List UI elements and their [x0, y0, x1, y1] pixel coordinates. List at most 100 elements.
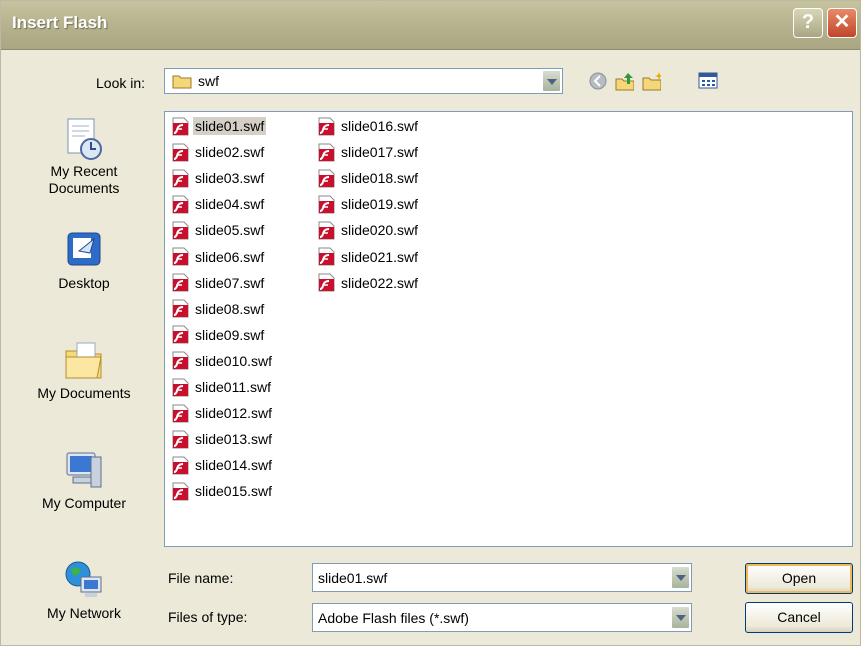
file-name: slide018.swf	[341, 170, 419, 187]
place-my-recent-documents[interactable]: My Recent Documents	[14, 117, 154, 197]
file-item[interactable]: slide021.swf	[316, 246, 420, 268]
file-item[interactable]: slide018.swf	[316, 167, 420, 189]
flash-file-icon	[172, 169, 189, 188]
file-name-label: File name:	[168, 570, 234, 586]
help-button[interactable]: ?	[793, 8, 823, 38]
file-item[interactable]: slide05.swf	[170, 219, 266, 241]
file-item[interactable]: slide09.swf	[170, 324, 266, 346]
flash-file-icon	[318, 247, 335, 266]
place-desktop[interactable]: Desktop	[14, 229, 154, 292]
window-title: Insert Flash	[12, 13, 108, 32]
flash-file-icon	[172, 430, 189, 449]
file-item[interactable]: slide08.swf	[170, 298, 266, 320]
file-name: slide015.swf	[195, 483, 273, 500]
place-my-network[interactable]: My Network	[14, 559, 154, 622]
flash-file-icon	[172, 404, 189, 423]
flash-file-icon	[318, 221, 335, 240]
file-item[interactable]: slide04.swf	[170, 193, 266, 215]
flash-file-icon	[172, 221, 189, 240]
file-item[interactable]: slide03.swf	[170, 167, 266, 189]
my-computer-icon	[63, 449, 105, 491]
file-name: slide022.swf	[341, 274, 419, 291]
recent-documents-icon	[63, 117, 105, 160]
file-name: slide017.swf	[341, 144, 419, 161]
file-item[interactable]: slide02.swf	[170, 141, 266, 163]
file-list[interactable]: slide01.swf slide02.swf slide03.swf slide04…	[164, 111, 853, 547]
file-item[interactable]: slide010.swf	[170, 350, 274, 372]
file-name: slide04.swf	[195, 196, 265, 213]
flash-file-icon	[172, 117, 189, 135]
place-label: My Network	[47, 605, 121, 621]
file-item[interactable]: slide015.swf	[170, 480, 274, 502]
view-menu-icon[interactable]	[698, 71, 718, 91]
file-name: slide011.swf	[195, 379, 272, 395]
flash-file-icon	[172, 456, 189, 475]
file-item[interactable]: slide011.swf	[170, 376, 273, 398]
file-item[interactable]: slide016.swf	[316, 115, 420, 137]
files-of-type-label: Files of type:	[168, 609, 248, 625]
file-item[interactable]: slide012.swf	[170, 402, 274, 424]
file-item[interactable]: slide020.swf	[316, 219, 420, 241]
file-item[interactable]: slide06.swf	[170, 246, 266, 268]
file-name: slide05.swf	[195, 222, 265, 239]
file-name: slide012.swf	[195, 405, 273, 422]
file-name: slide019.swf	[341, 196, 419, 213]
place-label-line2: Documents	[48, 180, 120, 196]
file-name: slide021.swf	[341, 248, 419, 265]
open-button[interactable]: Open	[745, 563, 853, 594]
my-documents-icon	[63, 339, 105, 381]
look-in-value: swf	[198, 73, 219, 89]
flash-file-icon	[172, 195, 189, 214]
help-icon: ?	[801, 11, 815, 33]
place-label: My Documents	[37, 385, 131, 401]
files-of-type-value: Adobe Flash files (*.swf)	[318, 610, 469, 626]
file-name: slide016.swf	[341, 118, 419, 134]
desktop-icon	[63, 229, 105, 271]
file-name: slide08.swf	[195, 300, 265, 317]
new-folder-icon[interactable]	[641, 71, 661, 91]
flash-file-icon	[172, 378, 189, 396]
flash-file-icon	[172, 299, 189, 318]
file-name: slide02.swf	[195, 144, 265, 161]
file-name: slide09.swf	[195, 326, 265, 343]
file-item[interactable]: slide013.swf	[170, 428, 274, 450]
insert-flash-dialog: Insert Flash ? ✕ Look in: swf My Recent …	[0, 0, 861, 646]
file-name: slide07.swf	[195, 274, 265, 291]
file-item[interactable]: slide01.swf	[170, 115, 267, 137]
cancel-button[interactable]: Cancel	[745, 602, 853, 633]
files-of-type-combo[interactable]: Adobe Flash files (*.swf)	[312, 603, 692, 632]
up-folder-icon[interactable]	[614, 71, 634, 91]
file-name: slide01.swf	[193, 117, 267, 135]
file-name: slide014.swf	[195, 457, 273, 474]
place-label: My Computer	[41, 495, 127, 511]
flash-file-icon	[172, 247, 189, 266]
back-icon[interactable]	[588, 71, 608, 91]
title-bar: Insert Flash ? ✕	[1, 1, 860, 50]
file-name: slide020.swf	[341, 222, 419, 239]
flash-file-icon	[172, 143, 189, 162]
flash-file-icon	[318, 117, 335, 135]
file-name-combo[interactable]: slide01.swf	[312, 563, 692, 592]
folder-icon	[172, 75, 192, 89]
look-in-label: Look in:	[96, 75, 146, 91]
place-label: Desktop	[58, 275, 110, 291]
file-item[interactable]: slide014.swf	[170, 454, 274, 476]
flash-file-icon	[172, 482, 189, 501]
file-item[interactable]: slide022.swf	[316, 272, 420, 294]
file-item[interactable]: slide019.swf	[316, 193, 420, 215]
file-item[interactable]: slide017.swf	[316, 141, 420, 163]
files-of-type-dropdown-button[interactable]	[671, 606, 690, 629]
file-name: slide013.swf	[195, 431, 273, 448]
file-item[interactable]: slide07.swf	[170, 272, 266, 294]
flash-file-icon	[172, 325, 189, 344]
place-my-computer[interactable]: My Computer	[14, 449, 154, 512]
close-button[interactable]: ✕	[827, 8, 857, 38]
flash-file-icon	[318, 273, 335, 292]
file-name-dropdown-button[interactable]	[671, 566, 690, 589]
look-in-combo[interactable]: swf	[164, 68, 563, 94]
look-in-dropdown-button[interactable]	[542, 70, 561, 92]
flash-file-icon	[172, 273, 189, 292]
place-my-documents[interactable]: My Documents	[14, 339, 154, 402]
file-name: slide03.swf	[195, 170, 265, 187]
file-name-value: slide01.swf	[318, 570, 388, 586]
